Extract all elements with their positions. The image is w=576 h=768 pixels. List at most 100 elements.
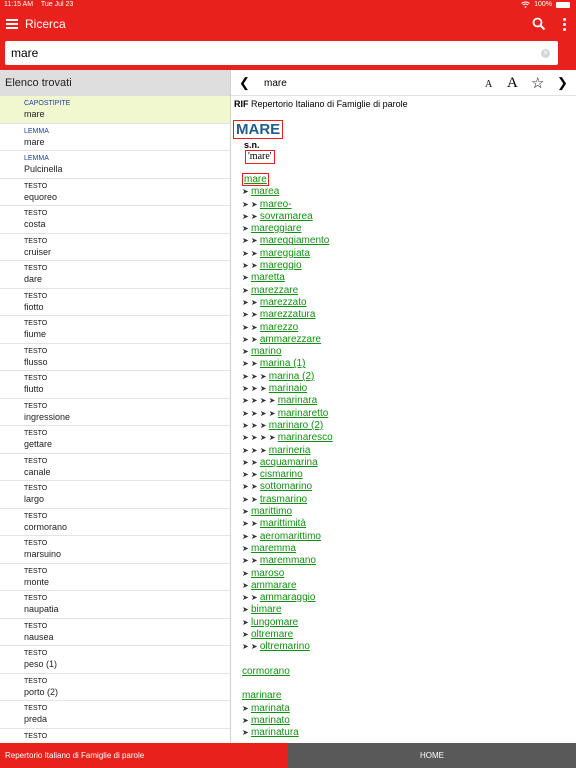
family-word-link[interactable]: oltremarino [260,641,310,652]
list-item[interactable]: TESTO fiume [0,316,230,344]
family-word-link[interactable]: marinaresco [278,432,333,443]
star-icon[interactable]: ☆ [531,74,544,92]
result-word: costa [24,219,46,229]
forward-icon[interactable]: ❯ [557,75,568,91]
result-type: TESTO [24,567,48,575]
family-word-link[interactable]: maremmano [260,555,316,566]
list-item[interactable]: TESTO dare [0,261,230,289]
result-word: mare [24,136,45,147]
family-row: mare [242,173,572,186]
family-word-link[interactable]: marineria [269,445,311,456]
family-word-link[interactable]: cormorano [242,666,290,677]
list-item[interactable]: TESTO marsuino [0,536,230,564]
result-type: LEMMA [24,127,49,135]
family-word-link[interactable]: cismarino [260,469,303,480]
family-word-link[interactable]: mareggiata [260,248,310,259]
battery-icon [556,1,570,8]
family-word-link[interactable]: bimare [251,604,282,615]
family-word-link[interactable]: ammarezzare [260,334,321,345]
family-row: ➤ ➤ ammaraggio [242,592,572,604]
search-icon[interactable] [531,16,547,32]
family-word-link[interactable]: marittimità [260,518,306,529]
list-item[interactable]: TESTO equoreo [0,179,230,206]
family-word-link[interactable]: mare [242,173,269,186]
family-row: ➤ ➤ ➤ ➤ marinaresco [242,432,572,444]
list-item[interactable]: TESTO ingressione [0,399,230,426]
family-word-link[interactable]: marinaio [269,383,307,394]
decrease-font-button[interactable]: A [485,79,492,90]
family-word-link[interactable]: maroso [251,568,284,579]
family-word-link[interactable]: marinatura [251,727,299,738]
family-row: ➤ oltremare [242,629,572,641]
tree-arrow-icon: ➤ [242,617,251,627]
family-word-link[interactable]: marinato [251,715,290,726]
home-button[interactable]: HOME [288,743,576,768]
list-item[interactable]: TESTO porto (2) [0,674,230,701]
family-row: ➤ ➤ ➤ marina (2) [242,371,572,383]
increase-font-button[interactable]: A [507,75,518,92]
family-word-link[interactable]: marinara [278,395,317,406]
more-options-icon[interactable] [560,16,568,32]
tree-arrow-icon: ➤ [242,580,251,590]
list-item[interactable]: TESTO nausea [0,619,230,646]
family-word-link[interactable]: marinaro (2) [269,420,323,431]
list-item[interactable]: TESTO naupatia [0,591,230,619]
family-word-link[interactable]: marezzare [251,285,298,296]
list-item[interactable]: LEMMA Pulcinella [0,151,230,179]
dictionary-tab[interactable]: Repertorio Italiano di Famiglie di parol… [0,743,288,768]
family-word-link[interactable]: mareggiare [251,223,302,234]
family-word-link[interactable]: marinare [242,690,281,701]
family-word-link[interactable]: marezzato [260,297,307,308]
family-word-link[interactable]: marinaretto [278,408,329,419]
list-item[interactable]: CAPOSTIPITE mare [0,96,230,124]
family-row: ➤ ➤ ammarezzare [242,334,572,346]
clear-search-icon[interactable]: × [541,49,550,58]
menu-icon[interactable] [6,17,18,31]
family-word-link[interactable]: ammarare [251,580,297,591]
tree-arrow-icon: ➤ ➤ [242,261,260,271]
search-input[interactable] [11,45,531,61]
list-item[interactable]: TESTO flusso [0,344,230,371]
family-word-link[interactable]: marezzatura [260,309,316,320]
phonetic: 'mare' [245,150,275,164]
list-item[interactable]: TESTO gettare [0,426,230,454]
list-item[interactable]: TESTO [0,729,230,744]
back-icon[interactable]: ❮ [239,75,250,91]
family-word-link[interactable]: oltremare [251,629,293,640]
family-word-link[interactable]: marezzo [260,322,298,333]
list-item[interactable]: TESTO monte [0,564,230,591]
family-word-link[interactable]: maremma [251,543,296,554]
family-word-link[interactable]: marina (1) [260,358,306,369]
family-word-link[interactable]: marinata [251,703,290,714]
family-word-link[interactable]: mareggio [260,260,302,271]
list-item[interactable]: TESTO costa [0,206,230,234]
list-item[interactable]: TESTO flutto [0,371,230,399]
list-item[interactable]: TESTO peso (1) [0,646,230,674]
result-type: TESTO [24,677,48,685]
result-word: flutto [24,384,44,394]
family-word-link[interactable]: marittimo [251,506,292,517]
family-word-link[interactable]: marea [251,186,279,197]
list-item[interactable]: TESTO fiotto [0,289,230,316]
family-word-link[interactable]: maretta [251,272,285,283]
family-word-link[interactable]: marina (2) [269,371,315,382]
list-item[interactable]: TESTO canale [0,454,230,481]
family-word-link[interactable]: mareggiamento [260,235,329,246]
family-word-link[interactable]: ammaraggio [260,592,316,603]
family-word-link[interactable]: sovramarea [260,211,313,222]
family-word-link[interactable]: sottomarino [260,481,312,492]
list-item[interactable]: TESTO largo [0,481,230,509]
family-row: ➤ marinatura [242,727,572,739]
family-word-link[interactable]: aeromarittimo [260,531,321,542]
list-item[interactable]: TESTO cruiser [0,234,230,261]
family-word-link[interactable]: acquamarina [260,457,318,468]
family-word-link[interactable]: lungomare [251,617,298,628]
family-row: ➤ ➤ marezzatura [242,309,572,321]
family-word-link[interactable]: mareo- [260,199,292,210]
list-item[interactable]: TESTO cormorano [0,509,230,536]
family-row: ➤ marinato [242,715,572,727]
list-item[interactable]: LEMMA mare [0,124,230,151]
family-word-link[interactable]: marino [251,346,282,357]
family-word-link[interactable]: trasmarino [260,494,307,505]
list-item[interactable]: TESTO preda [0,701,230,729]
